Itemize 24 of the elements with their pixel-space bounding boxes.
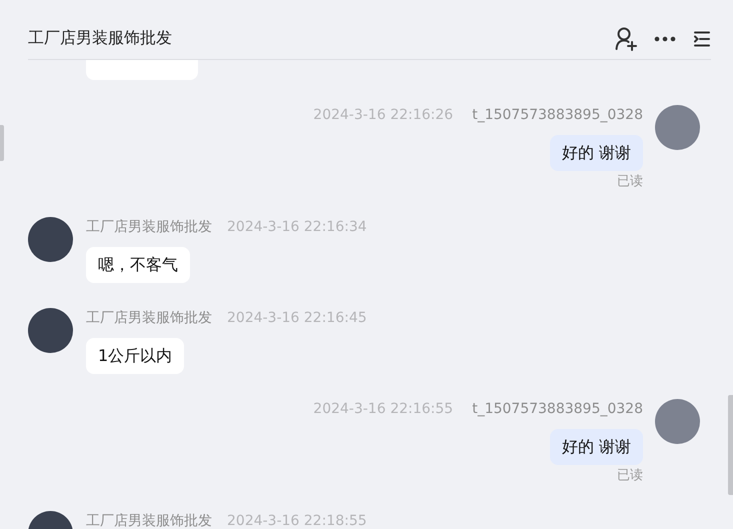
- message-time: 2024-3-16 22:16:55: [313, 400, 454, 419]
- message-time: 2024-3-16 22:16:34: [227, 218, 367, 237]
- sender-name: 工厂店男装服饰批发: [86, 512, 212, 529]
- list-icon[interactable]: [693, 31, 711, 47]
- message-bubble: 1公斤以内: [86, 338, 184, 374]
- avatar-placeholder[interactable]: [28, 217, 73, 262]
- scrollbar-thumb[interactable]: [0, 125, 4, 161]
- scrollbar-thumb[interactable]: [728, 395, 733, 495]
- chat-title: 工厂店男装服饰批发: [28, 27, 172, 49]
- sender-name: 工厂店男装服饰批发: [86, 309, 212, 328]
- sender-name: 工厂店男装服饰批发: [86, 218, 212, 237]
- message-bubble: 好的 谢谢: [550, 135, 643, 171]
- sender-name: t_1507573883895_0328: [472, 400, 643, 419]
- read-status: 已读: [617, 467, 643, 485]
- message-time: 2024-3-16 22:16:45: [227, 309, 367, 328]
- message-bubble: 好的 谢谢: [550, 429, 643, 465]
- more-icon[interactable]: [654, 36, 676, 42]
- read-status: 已读: [617, 173, 643, 191]
- add-person-icon[interactable]: [615, 27, 637, 51]
- avatar-placeholder[interactable]: [28, 308, 73, 353]
- message-time: 2024-3-16 22:18:55: [227, 512, 367, 529]
- sender-name: t_1507573883895_0328: [472, 106, 643, 125]
- message-bubble: 嗯，不客气: [86, 247, 190, 283]
- message-time: 2024-3-16 22:16:26: [313, 106, 454, 125]
